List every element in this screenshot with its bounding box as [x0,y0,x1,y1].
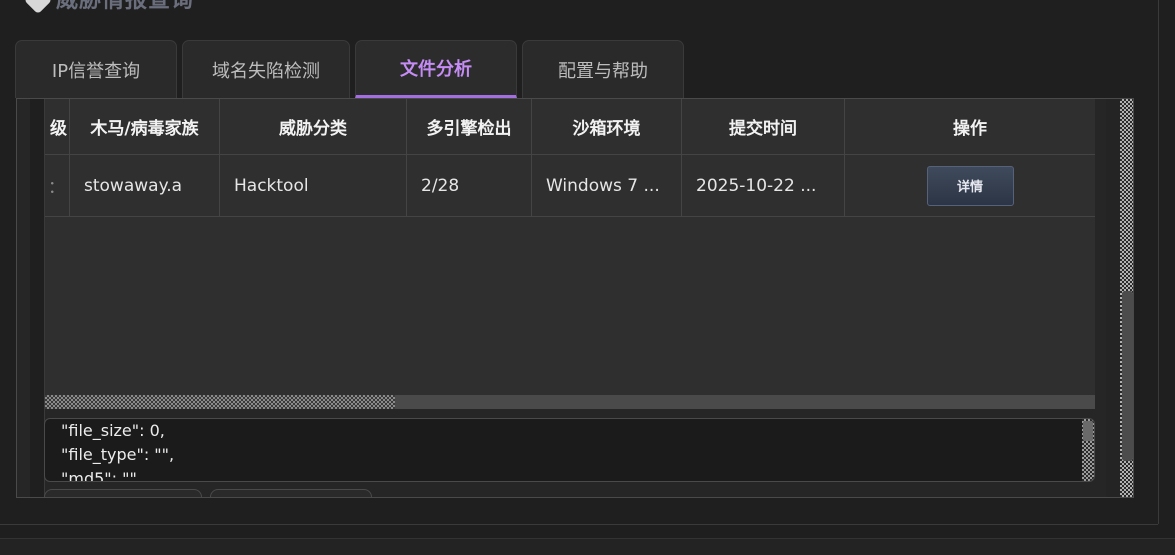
cell-action: 详情 [845,155,1095,217]
cell-category: Hacktool [220,155,407,217]
window-frame-bottom [0,524,1158,525]
tab-domain-detection[interactable]: 域名失陷检测 [182,40,350,98]
header-sandbox[interactable]: 沙箱环境 [532,99,682,155]
json-line: "md5": "" [61,469,137,482]
cell-family: stowaway.a [70,155,220,217]
header-action[interactable]: 操作 [845,99,1095,155]
results-table: 级 木马/病毒家族 威胁分类 多引擎检出 沙箱环境 提交时间 操作 ： stow… [45,99,1095,395]
panel-left-border [30,99,45,497]
cell-sandbox: Windows 7 ... [532,155,682,217]
table-horizontal-scrollbar[interactable] [45,395,1095,409]
header-level[interactable]: 级 [45,99,70,155]
tab-bar: IP信誉查询 域名失陷检测 文件分析 配置与帮助 [15,40,684,98]
bottom-button-1[interactable] [44,489,202,497]
details-button[interactable]: 详情 [926,165,1014,206]
file-analysis-panel: 级 木马/病毒家族 威胁分类 多引擎检出 沙箱环境 提交时间 操作 ： stow… [16,98,1134,498]
panel-right-border [1106,99,1120,497]
cell-submit-time: 2025-10-22 ... [682,155,845,217]
json-line: "file_type": "", [61,445,175,464]
status-bar [0,538,1175,555]
header-detection[interactable]: 多引擎检出 [407,99,532,155]
horizontal-scrollbar-thumb[interactable] [45,395,395,409]
app-title: 威胁情报查询 [56,0,194,14]
window-frame-right [1158,0,1159,524]
cell-level: ： [45,155,70,217]
header-submit-time[interactable]: 提交时间 [682,99,845,155]
bottom-button-2[interactable] [210,489,372,497]
vertical-scrollbar-thumb[interactable] [1122,291,1133,461]
app-title-row: 威胁情报查询 [23,0,194,15]
panel-vertical-scrollbar[interactable] [1120,99,1133,497]
header-category[interactable]: 威胁分类 [220,99,407,155]
table-row[interactable]: ： stowaway.a Hacktool 2/28 Windows 7 ...… [45,155,1095,217]
app-logo-icon [23,0,53,15]
json-scrollbar-thumb[interactable] [1083,421,1093,441]
cell-detection: 2/28 [407,155,532,217]
header-family[interactable]: 木马/病毒家族 [70,99,220,155]
json-vertical-scrollbar[interactable] [1082,419,1094,481]
json-line: "file_size": 0, [61,421,165,440]
tab-ip-reputation[interactable]: IP信誉查询 [15,40,177,98]
tab-file-analysis[interactable]: 文件分析 [355,40,517,98]
table-header-row: 级 木马/病毒家族 威胁分类 多引擎检出 沙箱环境 提交时间 操作 [45,99,1095,155]
json-output-textarea[interactable]: "file_size": 0, "file_type": "", "md5": … [44,418,1095,482]
tab-config-help[interactable]: 配置与帮助 [522,40,684,98]
